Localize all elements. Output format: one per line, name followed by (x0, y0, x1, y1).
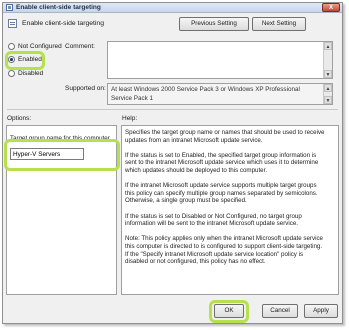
radio-button[interactable] (8, 43, 15, 50)
policy-icon (6, 4, 13, 11)
setting-title: Enable client-side targeting (22, 20, 104, 27)
comment-label: Comment: (65, 43, 95, 50)
supported-on-label: Supported on: (65, 85, 106, 92)
help-paragraph: If the status is set to Enabled, the spe… (125, 151, 319, 174)
supported-scrollbar[interactable]: ▲ ▼ (323, 84, 332, 104)
radio-button[interactable] (8, 70, 15, 77)
options-pane: Target group name for this computer (6, 125, 117, 295)
radio-enabled[interactable]: Enabled (8, 55, 68, 65)
section-divider (7, 109, 338, 110)
comment-scrollbar[interactable]: ▲ ▼ (323, 42, 332, 78)
setting-heading: Enable client-side targeting (8, 17, 188, 31)
scroll-up-arrow-icon[interactable]: ▲ (324, 42, 332, 50)
help-paragraph: Note: This policy applies only when the … (125, 235, 323, 266)
help-title: Help: (122, 115, 138, 122)
radio-not-configured[interactable]: Not Configured (8, 42, 68, 52)
cancel-button[interactable]: Cancel (262, 304, 298, 318)
comment-field[interactable]: ▲ ▼ (107, 41, 333, 79)
radio-button[interactable] (8, 56, 15, 63)
scroll-down-arrow-icon[interactable]: ▼ (324, 70, 332, 78)
supported-on-field: At least Windows 2000 Service Pack 3 or … (107, 83, 333, 105)
target-group-label: Target group name for this computer (10, 135, 110, 142)
help-paragraph: Specifies the target group name or names… (125, 129, 325, 144)
previous-setting-button[interactable]: Previous Setting (179, 17, 249, 31)
window-title: Enable client-side targeting (16, 4, 101, 11)
radio-label: Not Configured (18, 43, 62, 50)
scroll-down-arrow-icon[interactable]: ▼ (324, 96, 332, 104)
ok-button[interactable]: OK (214, 304, 244, 318)
policy-dialog: Enable client-side targeting X Enable cl… (2, 2, 343, 324)
supported-on-value: At least Windows 2000 Service Pack 3 or … (111, 86, 300, 102)
title-bar[interactable]: Enable client-side targeting X (3, 3, 342, 13)
target-group-input[interactable] (10, 148, 84, 160)
scroll-up-arrow-icon[interactable]: ▲ (324, 84, 332, 92)
help-paragraph: If the status is set to Disabled or Not … (125, 212, 302, 228)
options-title: Options: (7, 115, 32, 122)
help-paragraph: If the intranet Microsoft update service… (125, 182, 318, 205)
radio-label: Disabled (18, 70, 44, 77)
apply-button[interactable]: Apply (304, 304, 338, 318)
policy-setting-icon (8, 19, 17, 28)
help-pane: Specifies the target group name or names… (121, 125, 339, 295)
next-setting-button[interactable]: Next Setting (252, 17, 306, 31)
radio-disabled[interactable]: Disabled (8, 69, 68, 79)
close-button[interactable]: X (322, 3, 340, 12)
radio-label: Enabled (18, 56, 42, 63)
